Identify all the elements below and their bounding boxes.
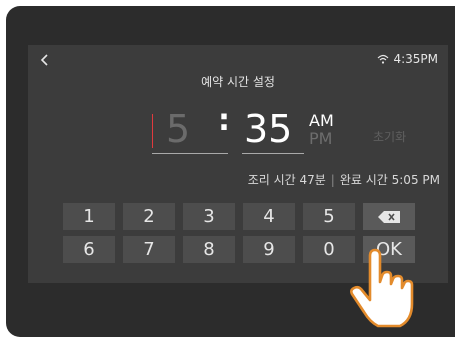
text-cursor — [152, 114, 153, 148]
key-4[interactable]: 4 — [243, 203, 295, 230]
delete-button[interactable] — [363, 203, 415, 230]
key-6[interactable]: 6 — [63, 236, 115, 263]
chevron-left-icon[interactable] — [40, 53, 50, 67]
key-1[interactable]: 1 — [63, 203, 115, 230]
hour-value: 5 — [166, 107, 191, 151]
key-8[interactable]: 8 — [183, 236, 235, 263]
info-divider: | — [330, 172, 335, 187]
key-9[interactable]: 9 — [243, 236, 295, 263]
key-2[interactable]: 2 — [123, 203, 175, 230]
status-clock: 4:35PM — [393, 52, 438, 66]
page-title: 예약 시간 설정 — [201, 75, 275, 89]
key-7[interactable]: 7 — [123, 236, 175, 263]
minute-field[interactable]: 35 — [242, 107, 304, 154]
cook-info: 조리 시간 47분 | 완료 시간 5:05 PM — [248, 171, 440, 188]
key-5[interactable]: 5 — [303, 203, 355, 230]
wifi-icon — [378, 54, 389, 64]
am-toggle[interactable]: AM — [309, 111, 334, 130]
status-bar: 4:35PM — [377, 51, 438, 67]
reset-button[interactable]: 초기화 — [373, 128, 406, 145]
cook-time-text: 조리 시간 47분 — [247, 173, 326, 187]
backspace-icon — [378, 211, 400, 223]
pm-toggle[interactable]: PM — [309, 129, 332, 148]
end-time-text: 완료 시간 5:05 PM — [339, 173, 440, 187]
pointing-hand-icon — [350, 248, 414, 328]
key-3[interactable]: 3 — [183, 203, 235, 230]
hour-field[interactable]: 5 — [152, 107, 228, 154]
time-separator: : — [218, 103, 230, 138]
minute-value: 35 — [244, 107, 293, 151]
